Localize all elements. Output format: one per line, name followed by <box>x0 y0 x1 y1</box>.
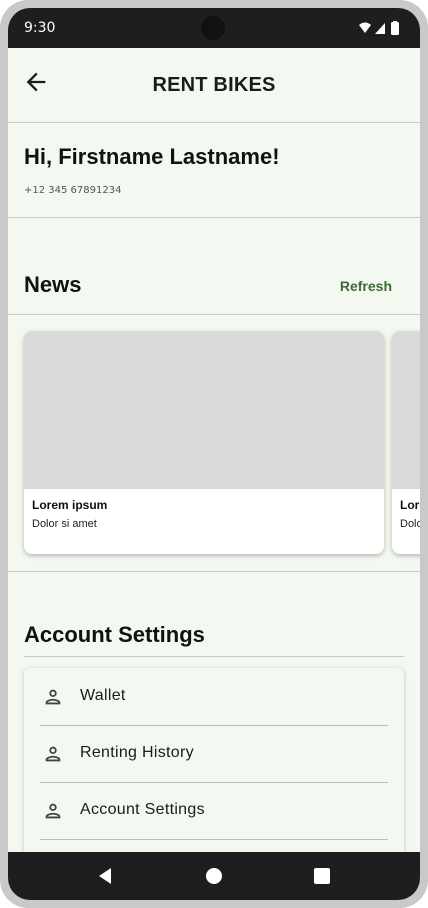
news-card[interactable]: Lorem ipsum Dolor si amet <box>392 331 420 554</box>
user-phone: +12 345 67891234 <box>24 185 122 196</box>
app-bar: RENT BIKES <box>8 48 420 123</box>
device-frame: 9:30 RENT BIKES Hi, Firstname Lastname! … <box>0 0 428 908</box>
news-divider <box>8 314 420 315</box>
battery-icon <box>391 21 399 35</box>
back-triangle-icon[interactable] <box>96 866 116 886</box>
section-divider <box>8 571 420 572</box>
news-card-title: Lorem ipsum <box>400 498 420 512</box>
person-icon <box>45 803 61 819</box>
section-divider <box>8 217 420 218</box>
status-icons <box>359 21 399 35</box>
camera-cutout <box>201 16 225 40</box>
user-greeting: Hi, Firstname Lastname! <box>24 144 280 169</box>
status-bar: 9:30 <box>8 8 420 48</box>
news-card-image <box>24 331 384 489</box>
wifi-icon <box>359 22 371 33</box>
screen: 9:30 RENT BIKES Hi, Firstname Lastname! … <box>8 8 420 900</box>
news-card-subtitle: Dolor si amet <box>400 518 420 530</box>
signal-icon <box>375 23 385 34</box>
person-icon <box>45 746 61 762</box>
news-card-image <box>392 331 420 489</box>
account-settings-heading: Account Settings <box>24 622 205 647</box>
news-card-subtitle: Dolor si amet <box>32 518 97 530</box>
settings-item-wallet[interactable]: Wallet <box>40 668 388 726</box>
recents-square-icon[interactable] <box>312 866 332 886</box>
status-time: 9:30 <box>24 20 56 36</box>
refresh-button[interactable]: Refresh <box>340 278 392 294</box>
person-icon <box>45 689 61 705</box>
account-divider <box>24 656 404 657</box>
news-card[interactable]: Lorem ipsum Dolor si amet <box>24 331 384 554</box>
news-heading: News <box>24 272 82 297</box>
page-title: RENT BIKES <box>152 74 276 96</box>
settings-item-label: Renting History <box>80 744 194 761</box>
settings-item-renting-history[interactable]: Renting History <box>40 725 388 783</box>
news-card-title: Lorem ipsum <box>32 498 108 512</box>
settings-item-account-settings[interactable]: Account Settings <box>40 782 388 840</box>
settings-item-label: Wallet <box>80 687 126 704</box>
system-nav-bar <box>8 852 420 900</box>
home-circle-icon[interactable] <box>204 866 224 886</box>
settings-item-label: Account Settings <box>80 801 205 818</box>
